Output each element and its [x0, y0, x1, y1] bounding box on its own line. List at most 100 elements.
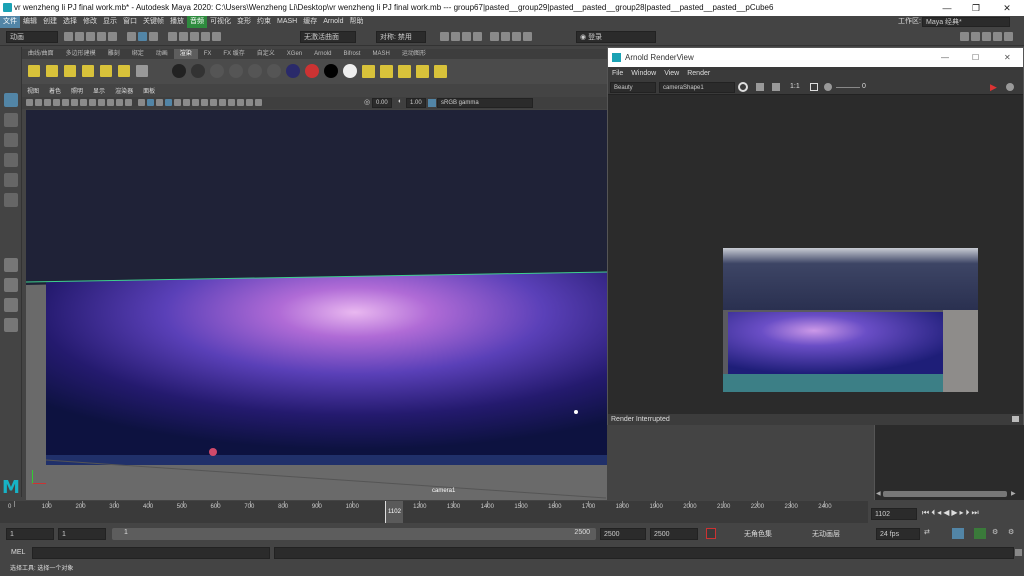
viewport-menu-view[interactable]: 视图: [22, 87, 44, 97]
workspace-select[interactable]: Maya 经典*: [922, 17, 1010, 27]
shelf-tab-curves[interactable]: 曲线/曲面: [22, 49, 60, 59]
loop-icon[interactable]: ⇄: [924, 528, 930, 536]
script-editor-icon[interactable]: [1015, 549, 1022, 556]
fps-select[interactable]: 24 fps: [876, 528, 920, 540]
gate-mask-icon[interactable]: [98, 99, 105, 106]
phonge-sphere-icon[interactable]: [229, 64, 243, 78]
smooth-shade-icon[interactable]: [147, 99, 154, 106]
shelf-tab-poly[interactable]: 多边形建模: [60, 49, 102, 59]
shelf-tab-bifrost[interactable]: Bifrost: [337, 49, 366, 59]
viewport-menu-shading[interactable]: 着色: [44, 87, 66, 97]
camera-select[interactable]: cameraShape1: [659, 82, 735, 93]
symmetry-select[interactable]: 对称: 禁用: [376, 31, 426, 43]
select-tool-icon[interactable]: [4, 93, 18, 107]
safe-title-icon[interactable]: [125, 99, 132, 106]
open-scene-icon[interactable]: [75, 32, 84, 41]
gamma-field[interactable]: 1.00: [406, 98, 426, 108]
blinn-sphere-icon[interactable]: [172, 64, 186, 78]
field-chart-icon[interactable]: [107, 99, 114, 106]
grid-icon[interactable]: [71, 99, 78, 106]
resolution-gate-icon[interactable]: [89, 99, 96, 106]
move-tool-icon[interactable]: [4, 153, 18, 167]
menu-create[interactable]: 创建: [40, 16, 60, 28]
playback-start-field[interactable]: 1: [58, 528, 106, 540]
perspective-viewport[interactable]: camera1: [26, 110, 607, 500]
anim-layer-select[interactable]: 无动画层: [812, 529, 840, 539]
image-plane-icon[interactable]: [44, 99, 51, 106]
menu-file[interactable]: 文件: [0, 16, 20, 28]
shelf-tab-fx-cache[interactable]: FX 缓存: [217, 49, 250, 59]
menu-arnold[interactable]: Arnold: [320, 16, 346, 28]
auto-key-icon[interactable]: [706, 528, 716, 539]
scroll-right-icon[interactable]: ▶: [1011, 490, 1016, 497]
phong-sphere-icon[interactable]: [210, 64, 224, 78]
render-region-icon[interactable]: [380, 65, 393, 78]
anim-prefs-icon[interactable]: ⚙: [1008, 528, 1014, 536]
shelf-tab-animation[interactable]: 动画: [150, 49, 174, 59]
toggle-panel-icon-5[interactable]: [1004, 32, 1013, 41]
shadows-icon[interactable]: [183, 99, 190, 106]
new-scene-icon[interactable]: [64, 32, 73, 41]
arnold-close-button[interactable]: ✕: [1004, 48, 1011, 67]
channels-icon[interactable]: [772, 83, 780, 91]
minimize-button[interactable]: —: [934, 0, 960, 16]
arnold-maximize-button[interactable]: ☐: [972, 48, 979, 67]
dof-icon[interactable]: [219, 99, 226, 106]
wireframe-icon[interactable]: [138, 99, 145, 106]
shelf-tab-rendering[interactable]: 渲染: [173, 49, 198, 59]
menu-cache[interactable]: 缓存: [300, 16, 320, 28]
preferences-icon[interactable]: [952, 528, 964, 539]
play-forward-icon[interactable]: ▶: [951, 508, 959, 517]
menu-visualize[interactable]: 可视化: [207, 16, 234, 28]
audio-icon[interactable]: [974, 528, 986, 539]
anisotropic-sphere-icon[interactable]: [248, 64, 262, 78]
settings-gear-icon[interactable]: ⚙: [992, 528, 998, 536]
menu-display[interactable]: 显示: [100, 16, 120, 28]
snap-curve-icon[interactable]: [179, 32, 188, 41]
black-material-icon[interactable]: [324, 64, 338, 78]
menu-help[interactable]: 帮助: [346, 16, 366, 28]
viewport-menu-lighting[interactable]: 照明: [66, 87, 88, 97]
ambient-occlusion-icon[interactable]: [192, 99, 199, 106]
range-slider[interactable]: 1 2500: [112, 528, 596, 540]
camera-attributes-icon[interactable]: [26, 99, 33, 106]
viewport-menu-renderer[interactable]: 渲染器: [110, 87, 138, 97]
snapshot-icon[interactable]: [756, 83, 764, 91]
outliner-layout-icon[interactable]: [4, 318, 18, 332]
toggle-panel-icon-3[interactable]: [982, 32, 991, 41]
panel-scrollbar[interactable]: [883, 491, 1007, 497]
hypershade-icon[interactable]: [473, 32, 482, 41]
login-button[interactable]: ◉ 登录: [576, 31, 656, 43]
arnold-render-canvas[interactable]: [608, 95, 1023, 414]
menu-audio[interactable]: 音频: [187, 16, 207, 28]
xray-joints-icon[interactable]: [246, 99, 253, 106]
current-frame-field[interactable]: 1102: [871, 508, 917, 520]
viewport-menu-show[interactable]: 显示: [88, 87, 110, 97]
safe-action-icon[interactable]: [116, 99, 123, 106]
shelf-tab-xgen[interactable]: XGen: [281, 49, 308, 59]
color-ramp-icon[interactable]: [305, 64, 319, 78]
shelf-tab-custom[interactable]: 自定义: [251, 49, 281, 59]
shelf-tab-arnold[interactable]: Arnold: [308, 49, 337, 59]
go-to-end-icon[interactable]: ⏭: [972, 508, 981, 517]
color-management-icon[interactable]: [428, 99, 436, 107]
point-light-icon[interactable]: [64, 65, 76, 77]
shelf-tab-mash[interactable]: MASH: [366, 49, 395, 59]
live-surface-field[interactable]: 无激活曲面: [300, 31, 356, 43]
layered-shader-icon[interactable]: [267, 64, 281, 78]
menu-set-select[interactable]: 动画: [6, 31, 58, 43]
crop-region-icon[interactable]: [810, 83, 818, 91]
film-gate-icon[interactable]: [80, 99, 87, 106]
toggle-panel-icon-2[interactable]: [971, 32, 980, 41]
arnold-minimize-button[interactable]: —: [941, 48, 949, 67]
shelf-tab-sculpt[interactable]: 雕刻: [102, 49, 126, 59]
select-object-icon[interactable]: [138, 32, 147, 41]
ipr-shelf-icon[interactable]: [434, 65, 447, 78]
volume-light-icon[interactable]: [118, 65, 130, 77]
menu-playback[interactable]: 播放: [167, 16, 187, 28]
scale-tool-icon[interactable]: [4, 193, 18, 207]
use-all-lights-icon[interactable]: [174, 99, 181, 106]
snap-view-icon[interactable]: [201, 32, 210, 41]
go-to-start-icon[interactable]: ⏮: [922, 508, 931, 517]
menu-mash[interactable]: MASH: [274, 16, 300, 28]
